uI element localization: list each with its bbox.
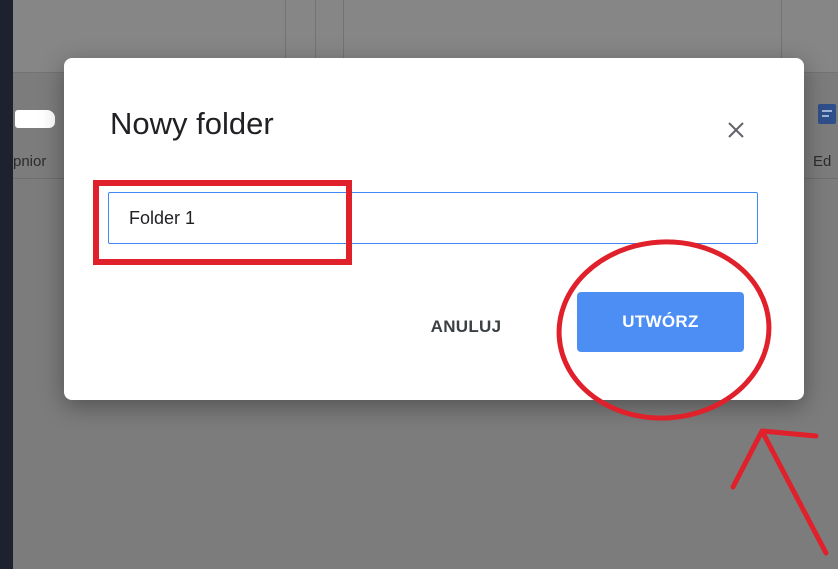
background-file-label-right: Ed (813, 153, 832, 170)
folder-name-input[interactable] (108, 192, 758, 244)
close-icon (728, 122, 744, 138)
dialog-title: Nowy folder (110, 106, 274, 141)
create-button[interactable]: UTWÓRZ (577, 292, 744, 352)
close-button[interactable] (716, 110, 756, 150)
background-file-label: pnior (13, 153, 47, 170)
new-folder-dialog: Nowy folder ANULUJ UTWÓRZ (64, 58, 804, 400)
background-file-thumbnail (15, 110, 55, 128)
cancel-button[interactable]: ANULUJ (406, 306, 526, 348)
document-icon (818, 104, 836, 124)
